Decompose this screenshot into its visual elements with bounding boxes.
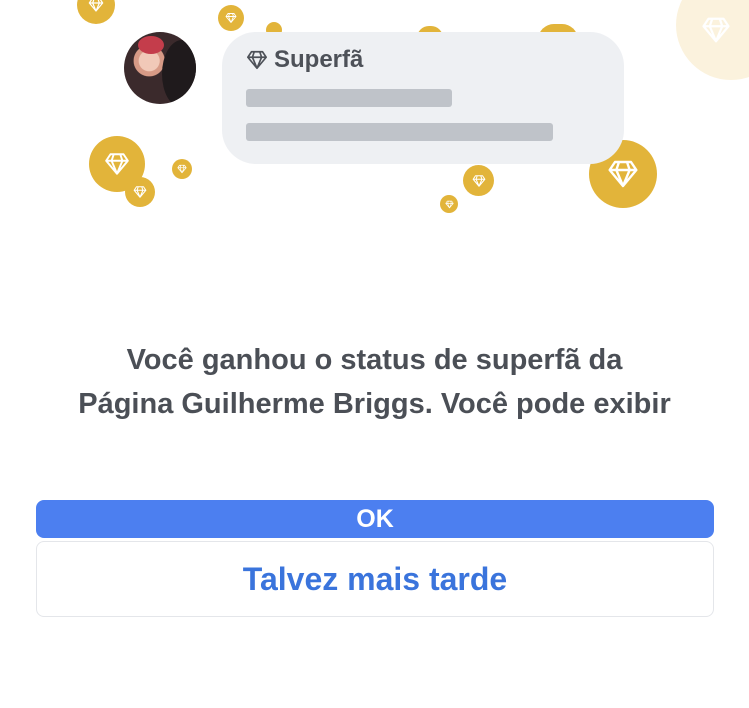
diamond-coin-icon [172, 159, 192, 179]
diamond-coin-icon [440, 195, 458, 213]
avatar [124, 32, 196, 104]
superfan-badge-card: Superfã [222, 32, 624, 164]
diamond-coin-icon [218, 5, 244, 31]
status-message-line: Página Guilherme Briggs. Você pode exibi… [78, 388, 671, 420]
diamond-coin-icon [77, 0, 115, 24]
maybe-later-button[interactable]: Talvez mais tarde [36, 541, 714, 617]
badge-title: Superfã [246, 46, 363, 74]
diamond-icon [246, 49, 268, 71]
ok-button[interactable]: OK [36, 500, 714, 538]
badge-title-label: Superfã [274, 46, 364, 73]
avatar-detail [138, 36, 164, 54]
diamond-coin-icon [125, 177, 155, 207]
status-message-line: Você ganhou o status de superfã da [126, 344, 623, 376]
diamond-coin-icon [676, 0, 749, 80]
placeholder-line [246, 89, 452, 107]
avatar-detail [162, 40, 196, 104]
placeholder-line [246, 123, 553, 141]
diamond-coin-icon [463, 165, 494, 196]
status-message: Você ganhou o status de superfã da Págin… [0, 338, 749, 426]
